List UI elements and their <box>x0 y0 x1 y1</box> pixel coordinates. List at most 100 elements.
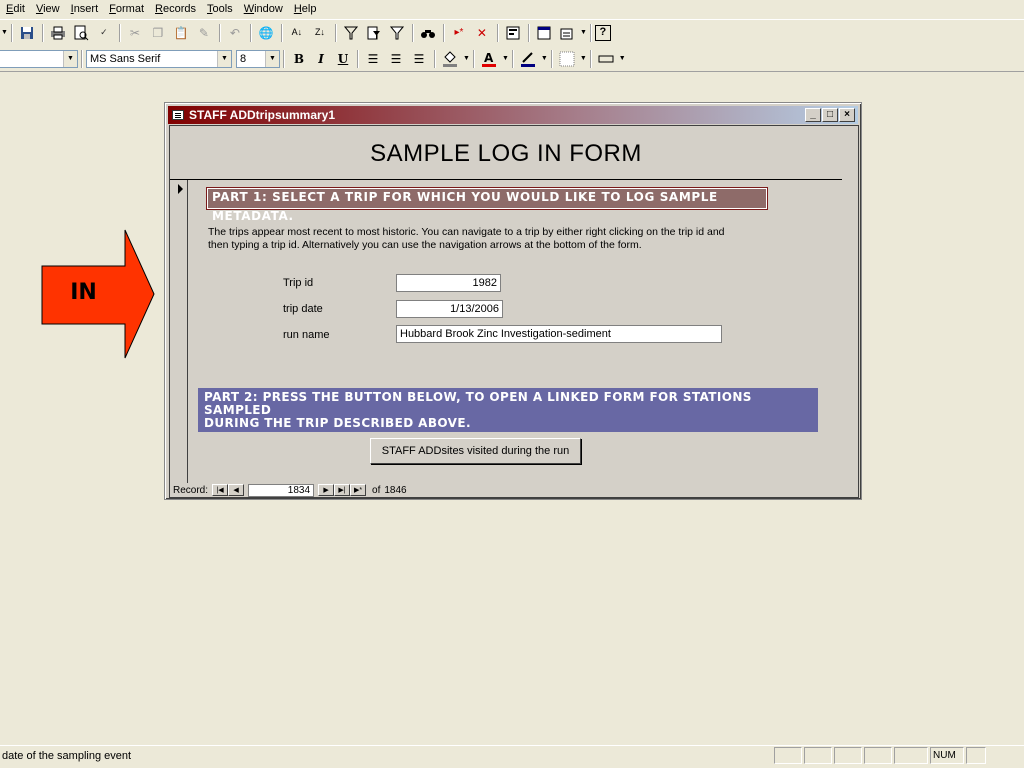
menu-view[interactable]: View <box>36 2 60 16</box>
menu-records[interactable]: Records <box>155 2 196 16</box>
status-text: date of the sampling event <box>2 749 132 762</box>
filter-by-form-icon[interactable] <box>363 22 385 44</box>
align-center-icon[interactable]: ☰ <box>385 48 407 70</box>
status-panel <box>966 747 986 764</box>
next-record-icon[interactable]: ▶ <box>318 484 335 496</box>
fill-color-dropdown-icon[interactable]: ▼ <box>463 55 470 62</box>
toolbar-separator <box>411 23 414 42</box>
current-record-icon <box>178 184 183 194</box>
font-size-combo[interactable]: 8 ▼ <box>236 49 280 68</box>
form-heading: SAMPLE LOG IN FORM <box>370 140 642 167</box>
toolbar-separator <box>589 49 592 68</box>
database-window-icon[interactable] <box>533 22 555 44</box>
trip-id-field[interactable]: 1982 <box>396 274 501 292</box>
status-panel <box>864 747 892 764</box>
standard-toolbar: ▼ ✓ ✂ ❐ 📋 ✎ ↶ 🌐 A↓ Z↓ ▸* ✕ ▼ ? <box>0 19 1024 45</box>
new-record-nav-icon[interactable]: ▶* <box>350 484 367 496</box>
sort-descending-icon[interactable]: Z↓ <box>309 22 331 44</box>
undo-icon[interactable]: ↶ <box>224 22 246 44</box>
font-color-icon[interactable]: A <box>478 48 500 70</box>
minimize-button[interactable]: _ <box>805 108 821 122</box>
new-object-dropdown-icon[interactable]: ▼ <box>580 29 587 36</box>
help-icon[interactable]: ? <box>594 24 611 41</box>
hyperlink-icon[interactable]: 🌐 <box>255 22 277 44</box>
close-button[interactable]: × <box>839 108 855 122</box>
paste-icon[interactable]: 📋 <box>170 22 192 44</box>
toolbar-separator <box>496 23 499 42</box>
of-label: of <box>372 484 381 496</box>
record-navigation-bar: Record: |◀ ◀ 1834 ▶ ▶| ▶* of 1846 <box>170 483 858 497</box>
filter-by-selection-icon[interactable] <box>340 22 362 44</box>
menu-bar: Edit View Insert Format Records Tools Wi… <box>0 0 1024 18</box>
properties-icon[interactable] <box>502 22 524 44</box>
open-sites-visited-button[interactable]: STAFF ADDsites visited during the run <box>370 438 581 464</box>
delete-record-icon[interactable]: ✕ <box>471 22 493 44</box>
special-effect-icon[interactable] <box>595 48 617 70</box>
trip-date-field[interactable]: 1/13/2006 <box>396 300 503 318</box>
toolbar-separator <box>442 23 445 42</box>
last-record-icon[interactable]: ▶| <box>334 484 351 496</box>
menu-format[interactable]: Format <box>109 2 144 16</box>
formatting-toolbar: ▼ MS Sans Serif ▼ 8 ▼ B I U ☰ ☰ ☰ ▼ A ▼ … <box>0 46 1024 72</box>
bold-button[interactable]: B <box>288 48 310 70</box>
toolbar-separator <box>589 23 592 42</box>
form-body: SAMPLE LOG IN FORM PART 1: SELECT A TRIP… <box>169 125 859 498</box>
first-record-icon[interactable]: |◀ <box>212 484 229 496</box>
part2-line: DURING THE TRIP DESCRIBED ABOVE. <box>204 416 471 430</box>
menu-help[interactable]: Help <box>294 2 317 16</box>
fill-color-icon[interactable] <box>439 48 461 70</box>
menu-insert[interactable]: Insert <box>71 2 99 16</box>
format-painter-icon[interactable]: ✎ <box>193 22 215 44</box>
toolbar-separator <box>357 49 359 68</box>
part2-label: PART 2: PRESS THE BUTTON BELOW, TO OPEN … <box>198 388 818 432</box>
italic-button[interactable]: I <box>310 48 332 70</box>
sort-ascending-icon[interactable]: A↓ <box>286 22 308 44</box>
underline-button[interactable]: U <box>332 48 354 70</box>
align-left-icon[interactable]: ☰ <box>362 48 384 70</box>
font-name-combo[interactable]: MS Sans Serif ▼ <box>86 49 232 68</box>
line-color-icon[interactable] <box>517 48 539 70</box>
record-selector[interactable] <box>170 180 188 483</box>
trip-date-label: trip date <box>283 303 323 315</box>
save-icon[interactable] <box>16 22 38 44</box>
run-name-label: run name <box>283 329 330 341</box>
font-name-value: MS Sans Serif <box>90 52 161 65</box>
new-record-icon[interactable]: ▸* <box>448 22 470 44</box>
copy-icon[interactable]: ❐ <box>147 22 169 44</box>
chevron-down-icon[interactable]: ▼ <box>217 50 231 67</box>
line-width-dropdown-icon[interactable]: ▼ <box>580 55 587 62</box>
object-combo[interactable]: ▼ <box>0 49 78 68</box>
status-panel <box>894 747 928 764</box>
special-effect-dropdown-icon[interactable]: ▼ <box>619 55 626 62</box>
previous-record-icon[interactable]: ◀ <box>228 484 245 496</box>
part2-line: PART 2: PRESS THE BUTTON BELOW, TO OPEN … <box>204 390 752 417</box>
trip-id-label: Trip id <box>283 277 314 289</box>
print-preview-icon[interactable] <box>70 22 92 44</box>
part1-label: PART 1: SELECT A TRIP FOR WHICH YOU WOUL… <box>206 187 768 223</box>
font-color-dropdown-icon[interactable]: ▼ <box>502 55 509 62</box>
toolbar-separator <box>41 23 44 42</box>
record-number-field[interactable]: 1834 <box>248 483 315 497</box>
find-icon[interactable] <box>417 22 439 44</box>
chevron-down-icon[interactable]: ▼ <box>63 50 77 67</box>
apply-filter-icon[interactable] <box>386 22 408 44</box>
chevron-down-icon[interactable]: ▼ <box>265 50 279 67</box>
align-right-icon[interactable]: ☰ <box>408 48 430 70</box>
menu-window[interactable]: Window <box>244 2 283 16</box>
run-name-field[interactable]: Hubbard Brook Zinc Investigation-sedimen… <box>396 325 722 343</box>
cut-icon[interactable]: ✂ <box>124 22 146 44</box>
window-titlebar[interactable]: STAFF ADDtripsummary1 _ □ × <box>168 106 858 124</box>
maximize-button[interactable]: □ <box>822 108 838 122</box>
total-records: 1846 <box>384 484 407 496</box>
spelling-icon[interactable]: ✓ <box>93 22 115 44</box>
line-color-dropdown-icon[interactable]: ▼ <box>541 55 548 62</box>
line-width-icon[interactable] <box>556 48 578 70</box>
menu-tools[interactable]: Tools <box>207 2 233 16</box>
view-dropdown-icon[interactable]: ▼ <box>1 29 8 36</box>
toolbar-separator <box>550 49 553 68</box>
menu-edit[interactable]: Edit <box>6 2 25 16</box>
new-object-icon[interactable] <box>556 22 578 44</box>
form-icon <box>172 110 184 120</box>
print-icon[interactable] <box>47 22 69 44</box>
header-divider <box>170 179 842 180</box>
